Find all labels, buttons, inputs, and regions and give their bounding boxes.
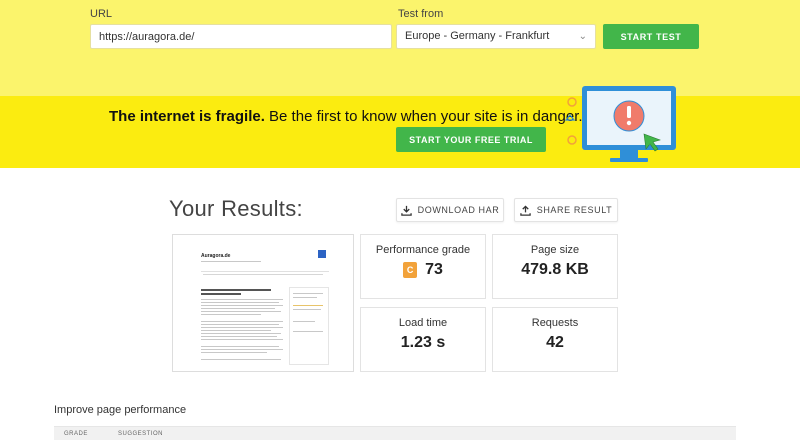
- load-time-label: Load time: [398, 317, 448, 329]
- download-har-label: DOWNLOAD HAR: [417, 205, 500, 215]
- start-test-button[interactable]: START TEST: [603, 24, 699, 49]
- suggestions-table-header: GRADE SUGGESTION: [54, 426, 736, 440]
- alert-monitor-illustration: [564, 86, 676, 162]
- requests-label: Requests: [531, 317, 579, 329]
- banner-headline-rest: Be the first to know when your site is i…: [264, 108, 583, 125]
- column-header-grade[interactable]: GRADE: [64, 431, 88, 437]
- requests-value: 42: [546, 334, 564, 351]
- improve-section-title: Improve page performance: [54, 404, 187, 416]
- share-result-label: SHARE RESULT: [536, 205, 613, 215]
- page-size-label: Page size: [530, 244, 580, 256]
- load-time-card: Load time 1.23 s: [360, 307, 486, 372]
- free-trial-button[interactable]: START YOUR FREE TRIAL: [396, 127, 546, 152]
- url-label: URL: [90, 8, 113, 20]
- location-select[interactable]: Europe - Germany - Frankfurt ⌄: [396, 24, 596, 49]
- performance-grade-label: Performance grade: [375, 244, 471, 256]
- banner-headline: The internet is fragile. Be the first to…: [109, 108, 583, 125]
- column-header-suggestion[interactable]: SUGGESTION: [118, 431, 163, 437]
- page-size-card: Page size 479.8 KB: [492, 234, 618, 299]
- requests-card: Requests 42: [492, 307, 618, 372]
- results-title: Your Results:: [169, 196, 303, 221]
- location-select-value: Europe - Germany - Frankfurt: [405, 30, 550, 42]
- page-screenshot-thumbnail: Auragora.de: [172, 234, 354, 372]
- thumbnail-logo: [318, 250, 326, 258]
- thumbnail-sidebar: [289, 287, 329, 365]
- thumbnail-site-title: Auragora.de: [201, 253, 231, 259]
- banner-headline-bold: The internet is fragile.: [109, 108, 265, 125]
- share-result-button[interactable]: SHARE RESULT: [514, 198, 618, 222]
- performance-grade-card: Performance grade C 73: [360, 234, 486, 299]
- share-icon: [519, 204, 531, 216]
- download-har-button[interactable]: DOWNLOAD HAR: [396, 198, 504, 222]
- page-size-value: 479.8 KB: [521, 261, 589, 278]
- load-time-value: 1.23 s: [400, 334, 446, 351]
- grade-badge: C: [403, 262, 418, 278]
- performance-score: 73: [425, 261, 443, 278]
- location-label: Test from: [398, 8, 444, 20]
- chevron-down-icon: ⌄: [578, 31, 587, 42]
- download-icon: [400, 205, 412, 216]
- url-input[interactable]: [90, 24, 392, 49]
